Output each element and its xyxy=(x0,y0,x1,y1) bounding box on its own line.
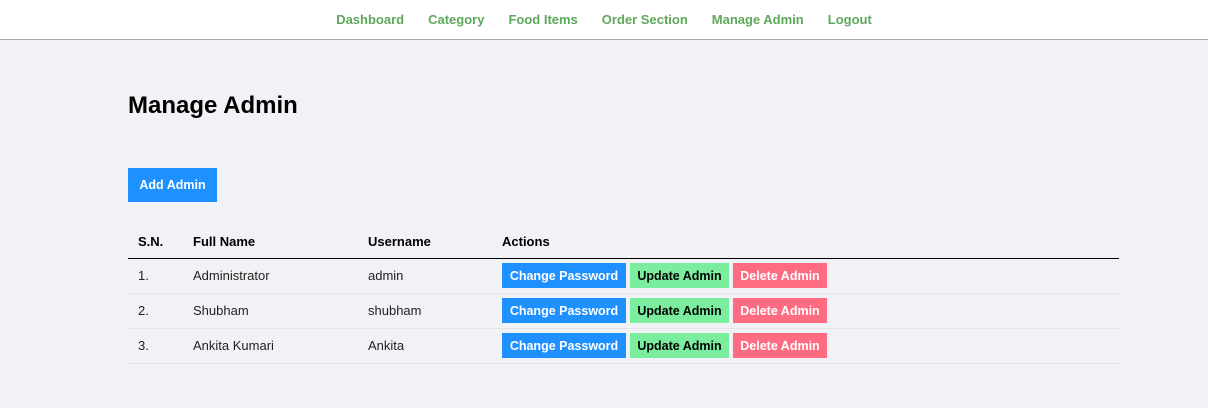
header-username: Username xyxy=(358,221,492,259)
cell-full-name: Shubham xyxy=(183,293,358,329)
delete-admin-button[interactable]: Delete Admin xyxy=(733,333,827,358)
main-content: Manage Admin Add Admin S.N. Full Name Us… xyxy=(0,40,1208,408)
nav-menu: Dashboard Category Food Items Order Sect… xyxy=(324,11,884,29)
header-sn: S.N. xyxy=(128,221,183,259)
table-header-row: S.N. Full Name Username Actions xyxy=(128,221,1119,259)
nav-link-category[interactable]: Category xyxy=(428,12,484,27)
delete-admin-button[interactable]: Delete Admin xyxy=(733,263,827,288)
admin-table: S.N. Full Name Username Actions 1. Admin… xyxy=(128,221,1119,364)
update-admin-button[interactable]: Update Admin xyxy=(630,263,729,288)
table-row: 1. Administrator admin Change Password U… xyxy=(128,258,1119,294)
add-admin-button[interactable]: Add Admin xyxy=(128,168,217,202)
header-actions: Actions xyxy=(492,221,1119,259)
change-password-button[interactable]: Change Password xyxy=(502,333,626,358)
cell-username: shubham xyxy=(358,293,492,329)
delete-admin-button[interactable]: Delete Admin xyxy=(733,298,827,323)
change-password-button[interactable]: Change Password xyxy=(502,263,626,288)
cell-sn: 1. xyxy=(128,258,183,294)
header-full-name: Full Name xyxy=(183,221,358,259)
cell-full-name: Administrator xyxy=(183,258,358,294)
table-row: 2. Shubham shubham Change Password Updat… xyxy=(128,293,1119,329)
update-admin-button[interactable]: Update Admin xyxy=(630,333,729,358)
cell-full-name: Ankita Kumari xyxy=(183,328,358,364)
cell-sn: 3. xyxy=(128,328,183,364)
update-admin-button[interactable]: Update Admin xyxy=(630,298,729,323)
table-row: 3. Ankita Kumari Ankita Change Password … xyxy=(128,328,1119,364)
nav-link-food-items[interactable]: Food Items xyxy=(508,12,577,27)
nav-link-manage-admin[interactable]: Manage Admin xyxy=(712,12,804,27)
nav-link-order-section[interactable]: Order Section xyxy=(602,12,688,27)
page-title: Manage Admin xyxy=(128,92,298,119)
nav-link-logout[interactable]: Logout xyxy=(828,12,872,27)
cell-username: admin xyxy=(358,258,492,294)
nav-link-dashboard[interactable]: Dashboard xyxy=(336,12,404,27)
cell-actions: Change Password Update Admin Delete Admi… xyxy=(492,328,1119,364)
top-nav: Dashboard Category Food Items Order Sect… xyxy=(0,0,1208,40)
cell-username: Ankita xyxy=(358,328,492,364)
cell-sn: 2. xyxy=(128,293,183,329)
change-password-button[interactable]: Change Password xyxy=(502,298,626,323)
cell-actions: Change Password Update Admin Delete Admi… xyxy=(492,258,1119,294)
cell-actions: Change Password Update Admin Delete Admi… xyxy=(492,293,1119,329)
